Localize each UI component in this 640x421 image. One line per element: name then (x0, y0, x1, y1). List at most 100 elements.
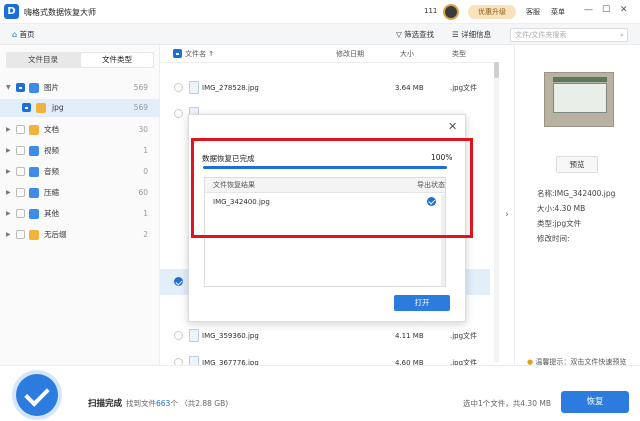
detail-button[interactable]: ☰ 详细信息 (452, 29, 491, 40)
select-all-checkbox[interactable] (173, 49, 182, 58)
found-prefix: 找到文件 (126, 399, 156, 408)
checkbox[interactable] (16, 125, 25, 134)
detail-label: 详细信息 (461, 30, 492, 39)
minimize-icon[interactable]: — (584, 5, 593, 15)
highlight-annotation-box (191, 138, 473, 238)
chevron-right-icon[interactable]: › (501, 205, 513, 225)
chevron-right-icon[interactable]: ▶ (6, 163, 11, 181)
tab-file-type[interactable]: 文件类型 (81, 53, 153, 67)
checkbox[interactable] (22, 103, 31, 112)
file-name: IMG_359360.jpg (202, 332, 259, 340)
maximize-icon[interactable]: ☐ (602, 5, 610, 15)
checkbox[interactable] (16, 146, 25, 155)
table-row[interactable]: IMG_278528.jpg 3.64 MB .jpg文件 (160, 75, 490, 101)
found-summary: 找到文件663个 （共2.88 GB) (126, 398, 228, 409)
sidebar-item-images[interactable]: ▼ 图片 569 (0, 79, 160, 97)
thumbnail-banner (553, 77, 607, 82)
column-modified[interactable]: 修改日期 (336, 45, 364, 63)
sidebar-item-documents[interactable]: ▶ 文档 30 (0, 121, 160, 139)
no-extension-icon (29, 230, 39, 240)
file-type: .jpg文件 (450, 332, 478, 340)
column-size[interactable]: 大小 (400, 45, 414, 63)
row-checkbox[interactable] (174, 331, 183, 340)
checkbox[interactable] (16, 167, 25, 176)
sidebar-item-count: 569 (133, 83, 148, 92)
sidebar-item-no-extension[interactable]: ▶ 无后缀 2 (0, 226, 160, 244)
sidebar-item-other[interactable]: ▶ 其他 1 (0, 205, 160, 223)
sidebar-tabs: 文件目录 文件类型 (6, 52, 154, 68)
table-row[interactable]: IMG_359360.jpg 4.11 MB .jpg文件 (160, 323, 490, 349)
file-name: IMG_278528.jpg (202, 84, 259, 92)
search-input[interactable]: 文件/文件夹搜索 ⌕ (510, 28, 628, 42)
chevron-right-icon[interactable]: ▶ (6, 226, 11, 244)
sidebar-item-label: 无后缀 (44, 230, 67, 239)
home-label: 首页 (19, 30, 35, 39)
vip-upgrade-button[interactable]: 优惠升级 (468, 5, 516, 19)
chevron-right-icon[interactable]: ▶ (6, 142, 11, 160)
checkbox[interactable] (16, 188, 25, 197)
sidebar: 文件目录 文件类型 ▼ 图片 569 jpg 569 ▶ 文档 30 ▶ 视频 … (0, 45, 160, 365)
file-size: 4.11 MB (395, 332, 424, 340)
row-checkbox[interactable] (174, 277, 183, 286)
home-button[interactable]: ⌂ 首页 (12, 29, 34, 40)
search-icon: ⌕ (620, 31, 624, 39)
image-folder-icon (29, 83, 39, 93)
sidebar-item-label: 视频 (44, 146, 59, 155)
row-checkbox[interactable] (174, 109, 183, 118)
chevron-right-icon[interactable]: ▶ (6, 121, 11, 139)
close-icon[interactable]: ✕ (620, 5, 628, 15)
meta-modified: 修改时间: (537, 234, 570, 243)
meta-type: 类型:jpg文件 (537, 219, 582, 228)
checkbox[interactable] (16, 209, 25, 218)
sidebar-item-video[interactable]: ▶ 视频 1 (0, 142, 160, 160)
list-scrollbar[interactable] (494, 62, 499, 362)
meta-size: 大小:4.30 MB (537, 204, 586, 213)
chevron-right-icon[interactable]: ▶ (6, 205, 11, 223)
tab-file-directory[interactable]: 文件目录 (7, 53, 79, 67)
file-type: .jpg文件 (450, 84, 478, 92)
sidebar-item-count: 60 (138, 188, 148, 197)
sidebar-item-count: 569 (133, 103, 148, 112)
chevron-down-icon[interactable]: ▼ (6, 79, 11, 97)
filter-button[interactable]: ▽ 筛选查找 (396, 29, 434, 40)
scrollbar-thumb[interactable] (494, 62, 499, 78)
filter-label: 筛选查找 (404, 30, 435, 39)
chevron-right-icon[interactable]: ▶ (6, 184, 11, 202)
toolbar: ⌂ 首页 ▽ 筛选查找 ☰ 详细信息 文件/文件夹搜索 ⌕ (0, 24, 640, 45)
sidebar-item-archive[interactable]: ▶ 压缩 60 (0, 184, 160, 202)
meta-name: 名称:IMG_342400.jpg (537, 189, 616, 198)
preview-panel: 预览 名称:IMG_342400.jpg 大小:4.30 MB 类型:jpg文件… (514, 45, 640, 365)
recover-button[interactable]: 恢复 (561, 391, 629, 413)
archive-icon (29, 188, 39, 198)
sidebar-item-label: 文档 (44, 125, 59, 134)
column-type[interactable]: 类型 (452, 45, 466, 63)
sidebar-item-audio[interactable]: ▶ 音频 0 (0, 163, 160, 181)
checkbox[interactable] (16, 230, 25, 239)
customer-service-button[interactable]: 客服 (526, 7, 540, 17)
document-icon (29, 125, 39, 135)
list-icon: ☰ (452, 30, 459, 39)
sidebar-item-label: 其他 (44, 209, 59, 218)
coin-count: 111 (424, 7, 438, 15)
preview-button[interactable]: 预览 (556, 156, 598, 173)
member-medal-icon[interactable] (443, 4, 459, 20)
sidebar-item-label: 音频 (44, 167, 59, 176)
sidebar-item-label: 图片 (44, 83, 59, 92)
sidebar-item-count: 30 (138, 125, 148, 134)
app-logo: D (4, 4, 19, 19)
preview-thumbnail[interactable] (544, 72, 614, 127)
checkbox[interactable] (16, 83, 25, 92)
sidebar-item-label: 压缩 (44, 188, 59, 197)
menu-button[interactable]: 菜单 (551, 7, 565, 17)
app-title: 嗨格式数据恢复大师 (24, 8, 96, 17)
sidebar-item-count: 1 (143, 146, 148, 155)
column-name[interactable]: 文件名 ↑ (185, 45, 214, 63)
row-checkbox[interactable] (174, 83, 183, 92)
search-placeholder: 文件/文件夹搜索 (515, 31, 567, 39)
filter-icon: ▽ (396, 30, 402, 39)
column-name-label: 文件名 (185, 50, 206, 58)
sidebar-item-jpg[interactable]: jpg 569 (0, 99, 160, 117)
sidebar-item-count: 2 (143, 230, 148, 239)
open-button[interactable]: 打开 (394, 295, 450, 311)
close-icon[interactable]: ✕ (448, 120, 457, 133)
